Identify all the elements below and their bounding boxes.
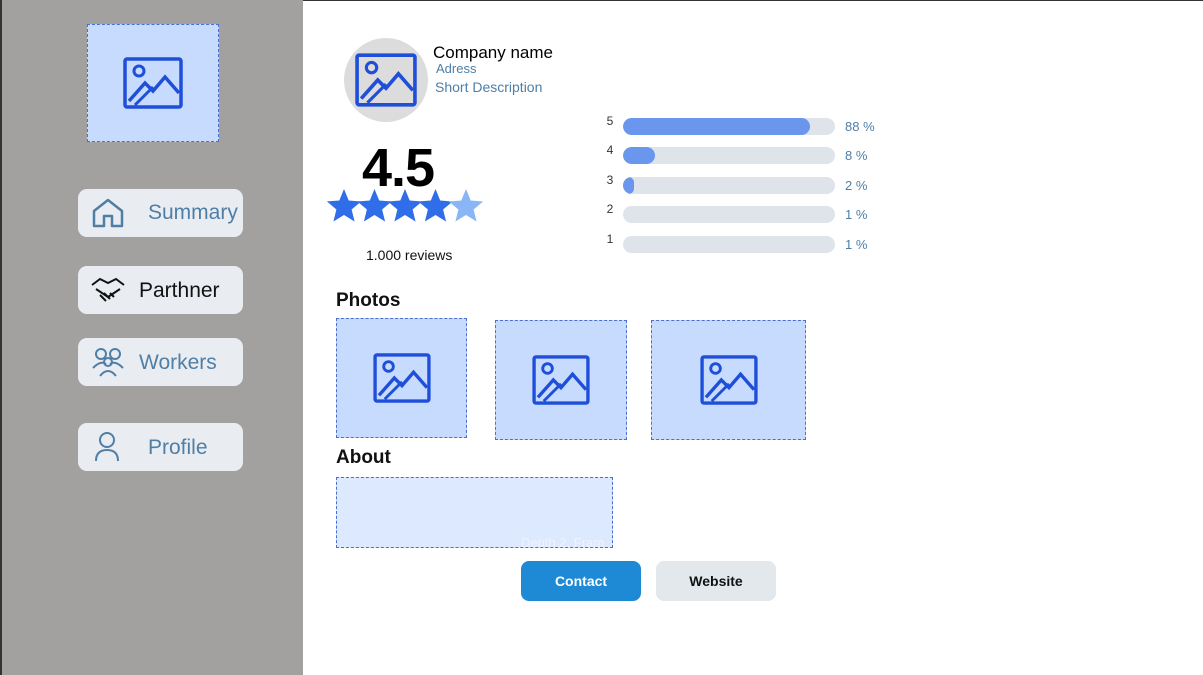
sidebar-item-parthner[interactable]: Parthner bbox=[78, 266, 243, 314]
home-icon bbox=[92, 198, 124, 228]
rating-bar-percent: 2 % bbox=[845, 178, 868, 193]
rating-bar-stars: 5 bbox=[606, 114, 614, 128]
about-text-box: Depth 2, Fram bbox=[336, 477, 613, 548]
rating-bar-track bbox=[623, 206, 835, 223]
image-placeholder-icon bbox=[123, 57, 183, 109]
rating-bar-percent: 8 % bbox=[845, 148, 868, 163]
star-icon bbox=[327, 189, 362, 222]
rating-bar-fill bbox=[623, 118, 810, 135]
company-name: Company name bbox=[433, 43, 554, 62]
rating-bar-track bbox=[623, 118, 835, 135]
company-short-description: Short Description bbox=[435, 79, 543, 95]
rating-bar-3: 3 2 % bbox=[603, 173, 893, 196]
people-icon bbox=[92, 348, 124, 377]
company-logo-placeholder[interactable] bbox=[87, 24, 219, 142]
reviews-count: 1.000 reviews bbox=[366, 247, 453, 263]
website-button[interactable]: Website bbox=[656, 561, 776, 601]
sidebar-item-label: Parthner bbox=[139, 279, 220, 302]
rating-bar-percent: 1 % bbox=[845, 207, 868, 222]
image-placeholder-icon bbox=[355, 53, 417, 107]
star-icon bbox=[448, 189, 484, 222]
company-avatar[interactable] bbox=[344, 38, 428, 122]
sidebar-item-label: Profile bbox=[148, 436, 208, 459]
sidebar-item-summary[interactable]: Summary bbox=[78, 189, 243, 237]
photo-3[interactable] bbox=[651, 320, 806, 440]
sidebar-item-label: Workers bbox=[139, 351, 217, 374]
photo-1[interactable] bbox=[336, 318, 467, 438]
star-icon bbox=[387, 189, 423, 222]
rating-bar-stars: 3 bbox=[606, 173, 614, 187]
user-icon bbox=[95, 432, 119, 462]
contact-button[interactable]: Contact bbox=[521, 561, 641, 601]
rating-bar-track bbox=[623, 177, 835, 194]
rating-bar-percent: 1 % bbox=[845, 237, 868, 252]
photos-title: Photos bbox=[336, 290, 401, 311]
rating-bar-percent: 88 % bbox=[845, 119, 875, 134]
star-icon bbox=[357, 189, 392, 222]
star-icon bbox=[418, 189, 453, 222]
rating-bar-track bbox=[623, 147, 835, 164]
sidebar-item-label: Summary bbox=[148, 201, 238, 224]
rating-bar-fill bbox=[623, 147, 655, 164]
rating-bar-4: 4 8 % bbox=[603, 143, 893, 166]
rating-bar-track bbox=[623, 236, 835, 253]
photo-2[interactable] bbox=[495, 320, 627, 440]
rating-bar-1: 1 1 % bbox=[603, 232, 893, 255]
rating-bar-2: 2 1 % bbox=[603, 202, 893, 225]
image-placeholder-icon bbox=[699, 355, 758, 405]
image-placeholder-icon bbox=[372, 353, 431, 403]
rating-bar-stars: 1 bbox=[606, 232, 614, 246]
handshake-icon bbox=[91, 277, 125, 302]
about-ghost-label: Depth 2, Fram bbox=[521, 535, 605, 548]
about-title: About bbox=[336, 447, 391, 468]
rating-bar-fill bbox=[623, 177, 634, 194]
rating-bar-stars: 4 bbox=[606, 143, 614, 157]
sidebar-item-profile[interactable]: Profile bbox=[78, 423, 243, 471]
image-placeholder-icon bbox=[532, 355, 590, 405]
star-rating bbox=[327, 189, 484, 222]
rating-bar-5: 5 88 % bbox=[603, 114, 893, 137]
company-address: Adress bbox=[436, 61, 477, 76]
rating-bar-stars: 2 bbox=[606, 202, 614, 216]
sidebar-item-workers[interactable]: Workers bbox=[78, 338, 243, 386]
